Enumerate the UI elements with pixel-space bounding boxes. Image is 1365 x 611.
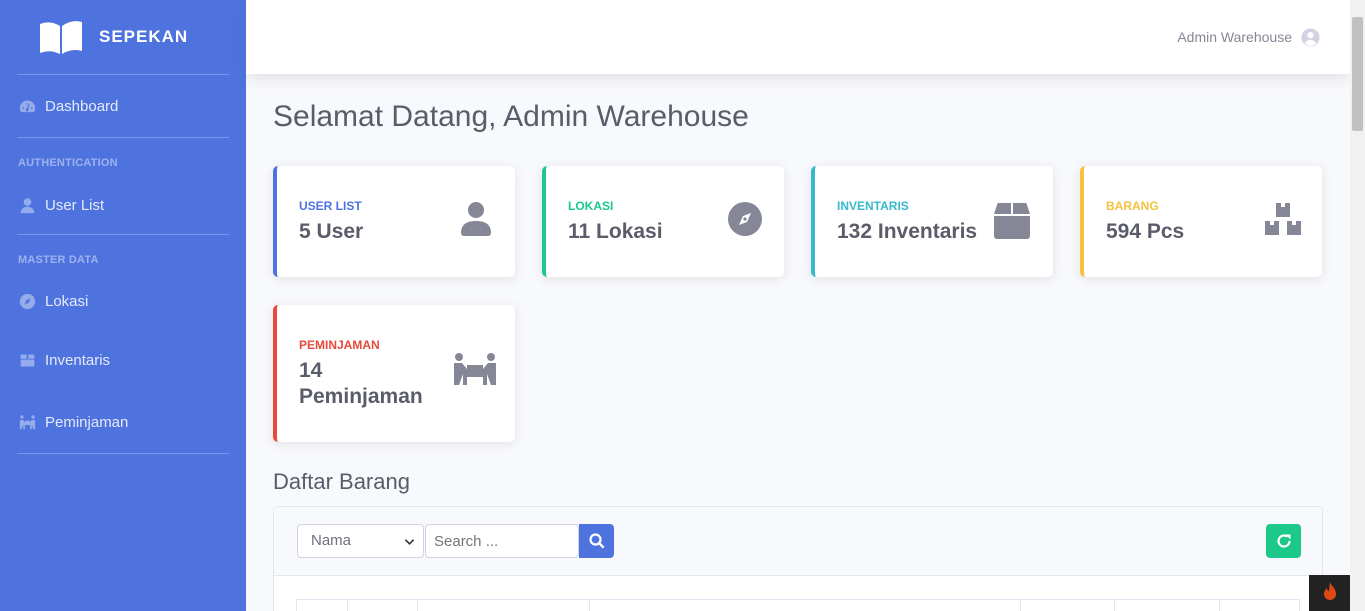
filter-select[interactable]: Nama — [297, 524, 424, 558]
box-icon — [993, 202, 1031, 240]
search-button[interactable] — [579, 524, 614, 558]
people-carry-icon — [18, 413, 36, 431]
topbar-user-name[interactable]: Admin Warehouse — [1177, 29, 1292, 45]
card-value: 14 Peminjaman — [299, 359, 423, 408]
barang-table-card: Nama — [273, 506, 1323, 611]
brand-name: SEPEKAN — [99, 27, 189, 46]
table-column — [1219, 600, 1220, 611]
table-toolbar: Nama — [274, 507, 1322, 576]
brand[interactable]: SEPEKAN — [0, 0, 246, 74]
table-header-row — [296, 599, 1300, 611]
section-title: Daftar Barang — [273, 469, 410, 494]
table-column — [1020, 600, 1021, 611]
user-circle-icon[interactable] — [1301, 27, 1320, 47]
table-column — [417, 600, 418, 611]
stat-card-peminjaman: PEMINJAMAN 14 Peminjaman — [273, 305, 515, 442]
sidebar-item-dashboard[interactable]: Dashboard — [0, 75, 246, 137]
chevron-down-icon — [404, 539, 415, 545]
stat-card-lokasi: LOKASI 11 Lokasi — [542, 166, 784, 277]
sidebar-item-label: Peminjaman — [45, 413, 129, 431]
sidebar-heading-master-data: MASTER DATA — [18, 254, 99, 266]
compass-icon — [726, 200, 764, 238]
box-icon — [18, 351, 36, 369]
topbar: Admin Warehouse — [246, 0, 1350, 74]
sidebar-item-label: Dashboard — [45, 97, 119, 115]
card-label: PEMINJAMAN — [299, 338, 380, 352]
sidebar-item-inventaris[interactable]: Inventaris — [0, 329, 246, 391]
user-icon — [18, 196, 36, 214]
sidebar-item-label: User List — [45, 196, 105, 214]
scrollbar-thumb[interactable] — [1352, 17, 1363, 131]
people-carry-icon — [453, 352, 497, 390]
refresh-button[interactable] — [1266, 524, 1301, 558]
sidebar-item-label: Lokasi — [45, 292, 89, 310]
search-icon — [588, 533, 604, 549]
stat-card-barang: BARANG 594 Pcs — [1080, 166, 1322, 277]
user-icon — [457, 200, 495, 238]
sidebar-item-label: Inventaris — [45, 351, 111, 369]
table-column — [1114, 600, 1115, 611]
sidebar: SEPEKAN Dashboard AUTHENTICATION User Li… — [0, 0, 246, 611]
boxes-icon — [1264, 202, 1302, 240]
refresh-icon — [1276, 534, 1291, 548]
page-title: Selamat Datang, Admin Warehouse — [273, 100, 749, 133]
compass-icon — [18, 292, 36, 310]
stat-card-user-list: USER LIST 5 User — [273, 166, 515, 277]
open-book-icon — [40, 21, 82, 55]
sidebar-heading-authentication: AUTHENTICATION — [18, 157, 118, 169]
flame-icon — [1323, 582, 1336, 600]
table-column — [347, 600, 348, 611]
sidebar-item-lokasi[interactable]: Lokasi — [0, 273, 246, 329]
stat-card-inventaris: INVENTARIS 132 Inventaris — [811, 166, 1053, 277]
filter-select-value: Nama — [311, 532, 352, 549]
debug-toolbar-button[interactable] — [1309, 575, 1350, 611]
table-column — [589, 600, 590, 611]
scrollbar[interactable] — [1350, 0, 1365, 611]
sidebar-divider — [17, 453, 229, 454]
sidebar-item-peminjaman[interactable]: Peminjaman — [0, 391, 246, 453]
sidebar-item-user-list[interactable]: User List — [0, 176, 246, 234]
search-input[interactable] — [425, 524, 579, 558]
tachometer-icon — [18, 97, 36, 115]
